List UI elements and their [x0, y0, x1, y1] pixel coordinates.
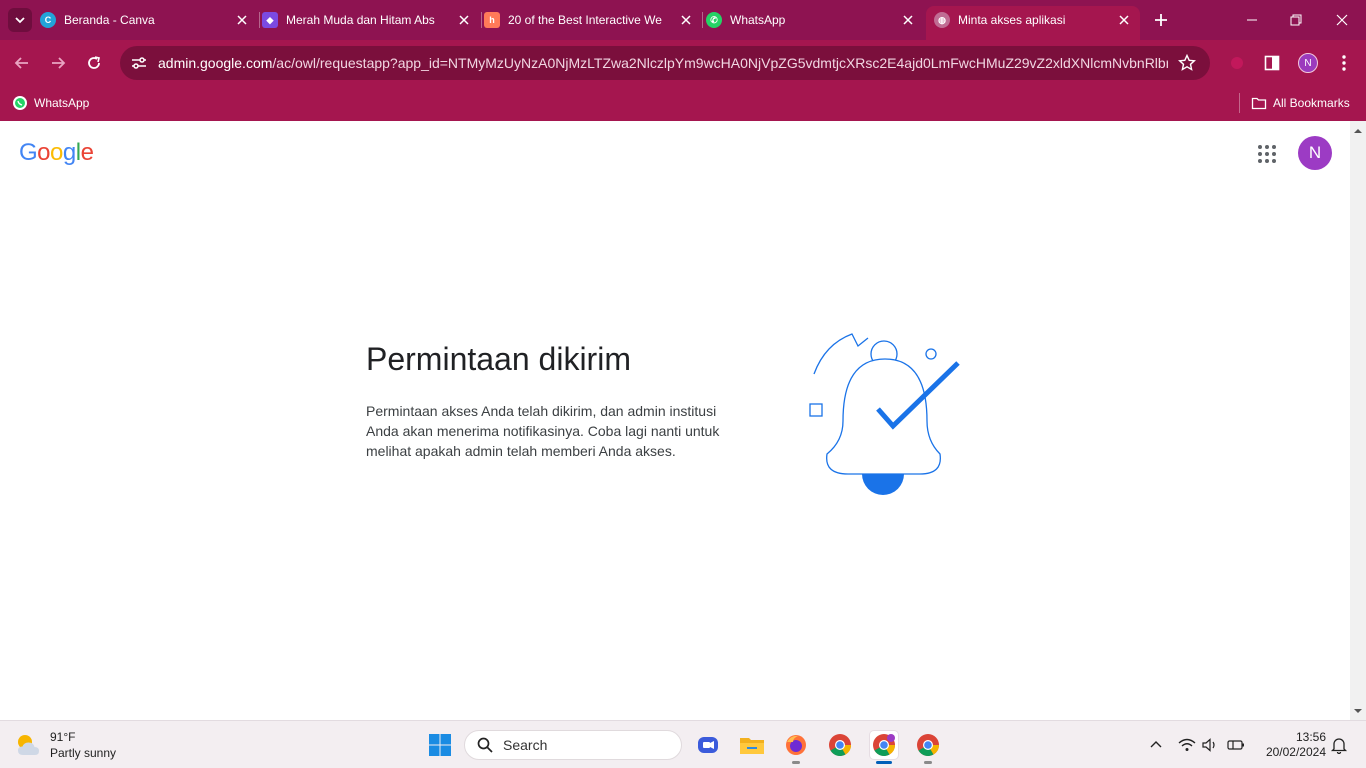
copilot-icon	[698, 737, 718, 753]
url-path: /ac/owl/requestapp?app_id=NTMyMzUyNzA0Nj…	[272, 55, 1168, 71]
scroll-up-arrow-icon[interactable]	[1354, 127, 1362, 135]
partly-sunny-icon	[18, 735, 39, 755]
firefox-icon	[786, 735, 806, 755]
canva-docs-icon: ◆	[262, 12, 278, 28]
url-host: admin.google.com	[158, 55, 273, 71]
weather-condition: Partly sunny	[50, 746, 117, 760]
notification-bell-illustration	[809, 333, 960, 495]
taskbar-app-chrome[interactable]	[826, 731, 854, 759]
restore-button[interactable]	[1286, 10, 1306, 30]
tab-title: Minta akses aplikasi	[958, 13, 1066, 27]
close-icon[interactable]	[900, 12, 916, 28]
minimize-button[interactable]	[1242, 10, 1262, 30]
close-icon[interactable]	[678, 12, 694, 28]
chrome-icon	[829, 734, 851, 756]
notification-bell-icon[interactable]	[1330, 736, 1348, 754]
chevron-up-icon	[1150, 741, 1162, 748]
windows-logo-icon	[429, 734, 451, 756]
taskbar-app-file-explorer[interactable]	[738, 731, 766, 759]
hubspot-icon: h	[484, 12, 500, 28]
clock-date: 20/02/2024	[1265, 745, 1326, 759]
wifi-icon[interactable]	[1178, 736, 1196, 754]
bookmark-whatsapp[interactable]: WhatsApp	[12, 92, 89, 114]
chevron-down-icon	[15, 17, 25, 24]
whatsapp-icon: ✆	[706, 12, 722, 28]
star-bookmark-icon[interactable]	[1178, 54, 1196, 72]
volume-icon[interactable]	[1201, 736, 1219, 754]
file-explorer-icon	[740, 738, 764, 754]
close-icon[interactable]	[234, 12, 250, 28]
tab-request-app-access[interactable]: ◍ Minta akses aplikasi	[926, 6, 1140, 40]
google-logo[interactable]: Google	[19, 139, 94, 167]
tab-title: Beranda - Canva	[64, 13, 155, 27]
battery-icon[interactable]	[1227, 736, 1245, 754]
bookmark-label: WhatsApp	[34, 96, 90, 110]
new-tab-plus-icon[interactable]	[1152, 11, 1170, 29]
reload-button[interactable]	[83, 52, 105, 74]
page-description: Permintaan akses Anda telah dikirim, dan…	[366, 403, 720, 459]
folder-icon	[1251, 97, 1267, 110]
site-settings-icon[interactable]	[130, 54, 148, 72]
url-text: admin.google.com/ac/owl/requestapp?app_i…	[158, 55, 1168, 71]
tab-title: WhatsApp	[730, 13, 786, 27]
page-content: Google N Permintaan dikirim Permintaan a…	[0, 121, 1350, 720]
profile-avatar: N	[1298, 53, 1318, 73]
extension-icon[interactable]	[1226, 52, 1248, 74]
tab-hubspot[interactable]: h 20 of the Best Interactive We	[484, 6, 694, 34]
weather-widget[interactable]: 91°F Partly sunny	[14, 727, 116, 763]
search-icon	[477, 737, 493, 753]
scroll-down-arrow-icon[interactable]	[1354, 707, 1362, 715]
tab-title: Merah Muda dan Hitam Abs	[286, 13, 435, 27]
tab-strip: C Beranda - Canva ◆ Merah Muda dan Hitam…	[0, 0, 1366, 40]
tab-canva-home[interactable]: C Beranda - Canva	[40, 6, 250, 34]
account-avatar[interactable]: N	[1298, 136, 1332, 170]
tab-title: 20 of the Best Interactive We	[508, 13, 662, 27]
arrow-left-icon	[14, 57, 28, 69]
bookmarks-bar: WhatsApp All Bookmarks	[0, 86, 1366, 121]
tab-canva-design[interactable]: ◆ Merah Muda dan Hitam Abs	[262, 6, 472, 34]
more-vertical-icon	[1342, 55, 1346, 71]
globe-icon: ◍	[934, 12, 950, 28]
whatsapp-icon	[13, 96, 27, 110]
browser-menu-button[interactable]	[1333, 52, 1355, 74]
profile-button[interactable]: N	[1297, 52, 1319, 74]
close-icon[interactable]	[456, 12, 472, 28]
taskbar-app-firefox[interactable]	[782, 731, 810, 764]
tab-search-button[interactable]	[8, 8, 32, 32]
system-clock[interactable]: 13:56 20/02/2024	[1258, 730, 1326, 760]
side-panel-icon[interactable]	[1261, 52, 1283, 74]
canva-icon: C	[40, 12, 56, 28]
search-placeholder: Search	[503, 737, 548, 753]
chrome-icon	[917, 734, 939, 756]
close-window-button[interactable]	[1332, 10, 1352, 30]
browser-toolbar: admin.google.com/ac/owl/requestapp?app_i…	[0, 40, 1366, 86]
clock-time: 13:56	[1295, 730, 1326, 744]
taskbar-app-chrome-2[interactable]	[914, 731, 942, 764]
google-apps-icon[interactable]	[1256, 143, 1278, 165]
weather-temperature: 91°F	[50, 730, 76, 744]
page-title: Permintaan dikirim	[366, 341, 631, 377]
chrome-profile-icon	[873, 734, 895, 756]
address-bar[interactable]: admin.google.com/ac/owl/requestapp?app_i…	[120, 46, 1210, 80]
forward-button[interactable]	[47, 52, 69, 74]
close-icon[interactable]	[1116, 12, 1132, 28]
arrow-right-icon	[52, 57, 66, 69]
show-hidden-icons-button[interactable]	[1147, 736, 1165, 754]
windows-taskbar: 91°F Partly sunny Search 13:56 20/02/202…	[0, 720, 1366, 768]
reload-icon	[88, 56, 100, 69]
taskbar-search[interactable]: Search	[464, 730, 682, 760]
start-button[interactable]	[426, 731, 454, 759]
taskbar-app-chrome-profile[interactable]	[870, 731, 898, 764]
page-scrollbar[interactable]	[1350, 121, 1366, 720]
all-bookmarks-button[interactable]: All Bookmarks	[1251, 92, 1350, 114]
tab-whatsapp[interactable]: ✆ WhatsApp	[706, 6, 916, 34]
taskbar-app-copilot[interactable]	[694, 731, 722, 759]
all-bookmarks-label: All Bookmarks	[1273, 96, 1350, 110]
back-button[interactable]	[11, 52, 33, 74]
